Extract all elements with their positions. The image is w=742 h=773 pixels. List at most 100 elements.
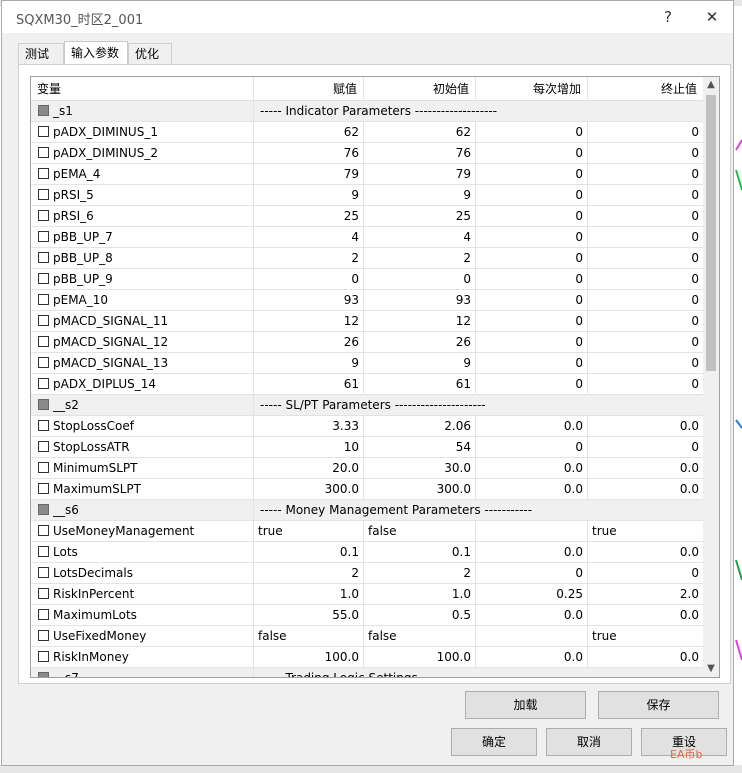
section-row[interactable]: __s2 ----- SL/PT Parameters -------------… [31, 395, 703, 416]
value-cell[interactable]: 1.0 [254, 584, 364, 604]
table-row[interactable]: Lots 0.1 0.1 0.0 0.0 [31, 542, 703, 563]
step-cell[interactable]: 0 [476, 563, 588, 583]
stop-cell[interactable]: true [588, 521, 703, 541]
column-header-stop[interactable]: 终止值 [588, 77, 703, 101]
table-row[interactable]: MaximumLots 55.0 0.5 0.0 0.0 [31, 605, 703, 626]
step-cell[interactable]: 0 [476, 164, 588, 184]
table-row[interactable]: LotsDecimals 2 2 0 0 [31, 563, 703, 584]
value-cell[interactable]: 100.0 [254, 647, 364, 667]
stop-cell[interactable]: 0 [588, 311, 703, 331]
table-row[interactable]: pADX_DIMINUS_1 62 62 0 0 [31, 122, 703, 143]
stop-cell[interactable]: 0.0 [588, 605, 703, 625]
start-cell[interactable]: false [364, 521, 476, 541]
scroll-up-icon[interactable]: ▲ [703, 77, 719, 93]
table-row[interactable]: RiskInMoney 100.0 100.0 0.0 0.0 [31, 647, 703, 668]
column-header-variable[interactable]: 变量 [31, 77, 254, 101]
table-row[interactable]: pMACD_SIGNAL_12 26 26 0 0 [31, 332, 703, 353]
tab-test[interactable]: 测试 [18, 43, 64, 65]
load-button[interactable]: 加载 [465, 691, 586, 719]
value-cell[interactable]: 62 [254, 122, 364, 142]
table-row[interactable]: pMACD_SIGNAL_11 12 12 0 0 [31, 311, 703, 332]
cancel-button[interactable]: 取消 [546, 728, 632, 756]
stop-cell[interactable]: 0 [588, 164, 703, 184]
step-cell[interactable]: 0.0 [476, 458, 588, 478]
table-row[interactable]: MinimumSLPT 20.0 30.0 0.0 0.0 [31, 458, 703, 479]
start-cell[interactable]: 54 [364, 437, 476, 457]
column-header-start[interactable]: 初始值 [364, 77, 476, 101]
step-cell[interactable]: 0.0 [476, 605, 588, 625]
stop-cell[interactable]: 0 [588, 185, 703, 205]
stop-cell[interactable]: 2.0 [588, 584, 703, 604]
value-cell[interactable]: 12 [254, 311, 364, 331]
start-cell[interactable]: 61 [364, 374, 476, 394]
start-cell[interactable]: 93 [364, 290, 476, 310]
table-row[interactable]: pRSI_5 9 9 0 0 [31, 185, 703, 206]
stop-cell[interactable]: 0 [588, 290, 703, 310]
section-row[interactable]: _s1 ----- Indicator Parameters ----------… [31, 101, 703, 122]
table-row[interactable]: pADX_DIPLUS_14 61 61 0 0 [31, 374, 703, 395]
start-cell[interactable]: 62 [364, 122, 476, 142]
step-cell[interactable] [476, 626, 588, 646]
step-cell[interactable]: 0 [476, 437, 588, 457]
value-cell[interactable]: 26 [254, 332, 364, 352]
step-cell[interactable] [476, 521, 588, 541]
step-cell[interactable]: 0.25 [476, 584, 588, 604]
scroll-thumb[interactable] [706, 95, 716, 371]
step-cell[interactable]: 0.0 [476, 416, 588, 436]
stop-cell[interactable]: 0 [588, 563, 703, 583]
stop-cell[interactable]: 0 [588, 437, 703, 457]
start-cell[interactable]: 2.06 [364, 416, 476, 436]
table-row[interactable]: UseMoneyManagement true false true [31, 521, 703, 542]
table-row[interactable]: pBB_UP_7 4 4 0 0 [31, 227, 703, 248]
stop-cell[interactable]: 0.0 [588, 542, 703, 562]
value-cell[interactable]: true [254, 521, 364, 541]
step-cell[interactable]: 0 [476, 185, 588, 205]
step-cell[interactable]: 0 [476, 143, 588, 163]
start-cell[interactable]: 12 [364, 311, 476, 331]
stop-cell[interactable]: 0 [588, 332, 703, 352]
table-row[interactable]: pEMA_4 79 79 0 0 [31, 164, 703, 185]
section-row[interactable]: __s6 ----- Money Management Parameters --… [31, 500, 703, 521]
step-cell[interactable]: 0 [476, 248, 588, 268]
start-cell[interactable]: 9 [364, 353, 476, 373]
start-cell[interactable]: 30.0 [364, 458, 476, 478]
start-cell[interactable]: 76 [364, 143, 476, 163]
step-cell[interactable]: 0 [476, 332, 588, 352]
stop-cell[interactable]: 0 [588, 269, 703, 289]
ok-button[interactable]: 确定 [451, 728, 537, 756]
table-row[interactable]: StopLossCoef 3.33 2.06 0.0 0.0 [31, 416, 703, 437]
stop-cell[interactable]: 0 [588, 227, 703, 247]
stop-cell[interactable]: 0.0 [588, 458, 703, 478]
value-cell[interactable]: 0 [254, 269, 364, 289]
value-cell[interactable]: 0.1 [254, 542, 364, 562]
column-header-value[interactable]: 赋值 [254, 77, 364, 101]
stop-cell[interactable]: true [588, 626, 703, 646]
start-cell[interactable]: 4 [364, 227, 476, 247]
step-cell[interactable]: 0.0 [476, 542, 588, 562]
stop-cell[interactable]: 0 [588, 206, 703, 226]
scroll-down-icon[interactable]: ▼ [703, 661, 719, 677]
vertical-scrollbar[interactable]: ▲ ▼ [703, 77, 719, 677]
table-row[interactable]: pMACD_SIGNAL_13 9 9 0 0 [31, 353, 703, 374]
value-cell[interactable]: false [254, 626, 364, 646]
stop-cell[interactable]: 0.0 [588, 479, 703, 499]
value-cell[interactable]: 10 [254, 437, 364, 457]
step-cell[interactable]: 0 [476, 122, 588, 142]
value-cell[interactable]: 76 [254, 143, 364, 163]
value-cell[interactable]: 25 [254, 206, 364, 226]
value-cell[interactable]: 61 [254, 374, 364, 394]
value-cell[interactable]: 20.0 [254, 458, 364, 478]
value-cell[interactable]: 9 [254, 185, 364, 205]
start-cell[interactable]: 26 [364, 332, 476, 352]
start-cell[interactable]: 2 [364, 563, 476, 583]
column-header-step[interactable]: 每次增加 [476, 77, 588, 101]
value-cell[interactable]: 55.0 [254, 605, 364, 625]
table-row[interactable]: MaximumSLPT 300.0 300.0 0.0 0.0 [31, 479, 703, 500]
step-cell[interactable]: 0 [476, 311, 588, 331]
table-row[interactable]: RiskInPercent 1.0 1.0 0.25 2.0 [31, 584, 703, 605]
start-cell[interactable]: 100.0 [364, 647, 476, 667]
start-cell[interactable]: 300.0 [364, 479, 476, 499]
start-cell[interactable]: 1.0 [364, 584, 476, 604]
table-row[interactable]: pEMA_10 93 93 0 0 [31, 290, 703, 311]
start-cell[interactable]: 0 [364, 269, 476, 289]
